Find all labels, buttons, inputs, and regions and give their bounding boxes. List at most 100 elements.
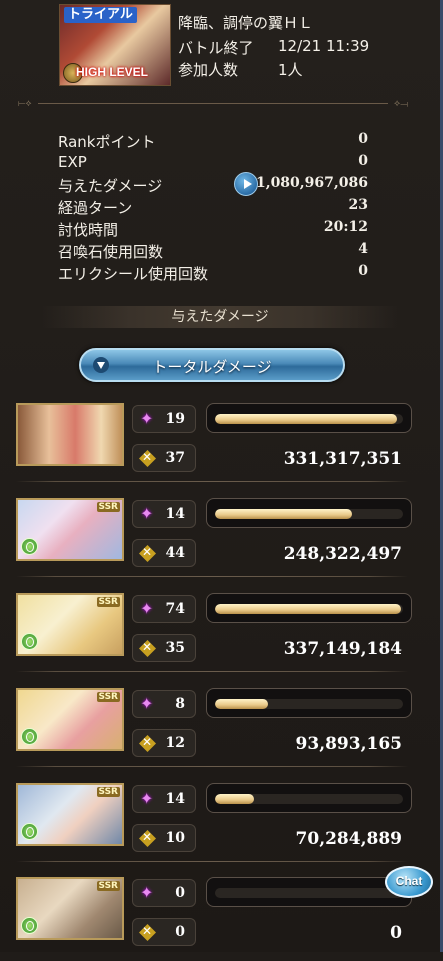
- stat-value: 23: [348, 197, 368, 213]
- sparkle-icon: [139, 883, 156, 902]
- character-row: SSR 8 12 93,893,165: [16, 688, 412, 772]
- quest-name: 降臨、調停の翼ＨＬ: [178, 14, 314, 32]
- crossed-swords-icon: [139, 735, 156, 752]
- ssr-badge: SSR: [96, 502, 120, 512]
- row-divider: [16, 481, 408, 482]
- stat-label: 与えたダメージ: [58, 177, 163, 195]
- sparkle-icon: [139, 409, 156, 428]
- stat-value: 0: [358, 263, 368, 279]
- character-portrait[interactable]: SSR: [16, 688, 124, 751]
- ability-count-chip: 14: [132, 500, 196, 528]
- participants-value: 1人: [278, 61, 303, 79]
- character-row: SSR 14 10 70,284,889: [16, 783, 412, 867]
- high-level-label: HIGH LEVEL: [76, 65, 149, 79]
- stat-value: 0: [358, 131, 368, 147]
- crossed-swords-icon: [139, 830, 156, 847]
- damage-gauge-fill: [215, 509, 353, 519]
- participants-row: 参加人数 1人: [178, 59, 303, 80]
- damage-gauge-fill: [215, 794, 255, 804]
- character-portrait[interactable]: SSR: [16, 593, 124, 656]
- ssr-badge: SSR: [96, 881, 120, 891]
- character-portrait[interactable]: [16, 403, 124, 466]
- row-divider: [16, 766, 408, 767]
- sparkle-icon: [139, 789, 156, 808]
- damage-gauge-fill: [215, 699, 268, 709]
- crossed-swords-icon: [139, 924, 156, 941]
- stat-label: エリクシール使用回数: [58, 265, 209, 283]
- character-portrait[interactable]: SSR: [16, 877, 124, 940]
- character-row: SSR 14 44 248,322,497: [16, 498, 412, 582]
- sparkle-icon: [139, 694, 156, 713]
- battle-end-label: バトル終了: [178, 39, 254, 57]
- stat-value: 1,080,967,086: [255, 175, 368, 191]
- battle-end-time: 12/21 11:39: [278, 37, 370, 55]
- divider-ornament: ⟝⟡ ⟡⟞: [18, 99, 408, 109]
- damage-section-title: 与えたダメージ: [40, 306, 400, 328]
- character-portrait[interactable]: SSR: [16, 783, 124, 846]
- damage-detail-play-icon[interactable]: [234, 172, 258, 196]
- ability-count-chip: 0: [132, 879, 196, 907]
- total-damage-toggle-button[interactable]: トータルダメージ: [79, 348, 345, 382]
- damage-gauge-fill: [215, 604, 402, 614]
- stat-summon-uses: 召喚石使用回数 4: [58, 241, 368, 263]
- attack-count-chip: 12: [132, 729, 196, 757]
- damage-gauge: [206, 403, 412, 433]
- stat-label: EXP: [58, 153, 87, 171]
- attack-count-chip: 0: [132, 918, 196, 946]
- wind-element-icon: [21, 823, 38, 840]
- character-damage: 70,284,889: [295, 829, 402, 849]
- character-row: 19 37 331,317,351: [16, 403, 412, 487]
- stat-label: 経過ターン: [58, 199, 133, 217]
- stat-value: 0: [358, 153, 368, 169]
- ssr-badge: SSR: [96, 692, 120, 702]
- attack-count-chip: 37: [132, 444, 196, 472]
- stat-clear-time: 討伐時間 20:12: [58, 219, 368, 241]
- row-divider: [16, 576, 408, 577]
- character-damage: 331,317,351: [283, 449, 402, 469]
- stat-elixir-uses: エリクシール使用回数 0: [58, 263, 368, 285]
- wind-element-icon: [21, 633, 38, 650]
- row-divider: [16, 671, 408, 672]
- stat-value: 20:12: [323, 219, 368, 235]
- crossed-swords-icon: [139, 640, 156, 657]
- ability-count-chip: 19: [132, 405, 196, 433]
- damage-gauge: [206, 688, 412, 718]
- crossed-swords-icon: [139, 545, 156, 562]
- stat-turns: 経過ターン 23: [58, 197, 368, 219]
- trial-badge: トライアル: [64, 7, 137, 23]
- character-damage: 93,893,165: [295, 734, 402, 754]
- sparkle-icon: [139, 599, 156, 618]
- sparkle-icon: [139, 504, 156, 523]
- chat-button-label: Chat: [395, 874, 423, 888]
- ability-count-chip: 8: [132, 690, 196, 718]
- damage-gauge: [206, 593, 412, 623]
- chat-button[interactable]: Chat: [385, 866, 433, 898]
- total-damage-toggle-label: トータルダメージ: [152, 358, 272, 376]
- battle-end-row: バトル終了 12/21 11:39: [178, 37, 369, 58]
- damage-gauge: [206, 877, 412, 907]
- attack-count-chip: 35: [132, 634, 196, 662]
- wind-element-icon: [21, 538, 38, 555]
- character-row: SSR 0 0 0: [16, 877, 412, 961]
- attack-count-chip: 10: [132, 824, 196, 852]
- ssr-badge: SSR: [96, 787, 120, 797]
- stat-total-damage: 与えたダメージ 1,080,967,086: [58, 172, 368, 197]
- stat-label: 召喚石使用回数: [58, 243, 164, 261]
- crossed-swords-icon: [139, 450, 156, 467]
- damage-gauge-fill: [215, 414, 398, 424]
- ssr-badge: SSR: [96, 597, 120, 607]
- wind-element-icon: [21, 728, 38, 745]
- damage-gauge: [206, 783, 412, 813]
- stat-label: Rankポイント: [58, 133, 156, 151]
- ability-count-chip: 74: [132, 595, 196, 623]
- attack-count-chip: 44: [132, 539, 196, 567]
- quest-thumbnail: トライアル HIGH LEVEL: [59, 4, 171, 86]
- character-portrait[interactable]: SSR: [16, 498, 124, 561]
- wind-element-icon: [21, 917, 38, 934]
- stat-value: 4: [358, 241, 368, 257]
- stat-label: 討伐時間: [58, 221, 119, 239]
- character-damage: 337,149,184: [283, 639, 402, 659]
- row-divider: [16, 861, 408, 862]
- stat-rank-points: Rankポイント 0: [58, 131, 368, 153]
- character-damage: 0: [390, 923, 402, 943]
